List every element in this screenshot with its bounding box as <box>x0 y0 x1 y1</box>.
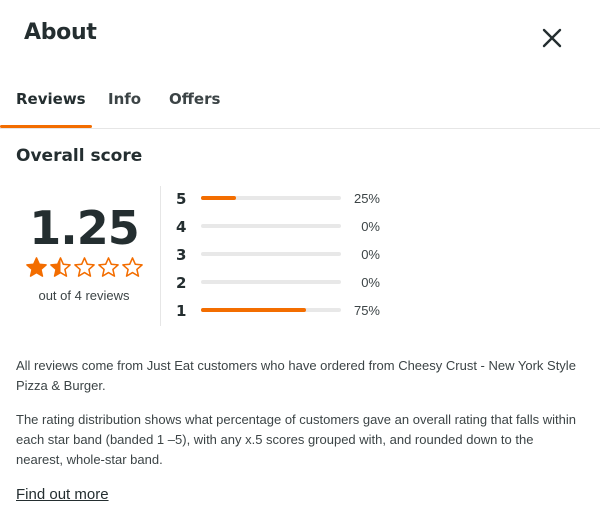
star-band-label: 4 <box>176 218 187 236</box>
rating-distribution: 5 25% 4 0% 3 0% 2 0% 1 75% <box>176 184 396 324</box>
distribution-bar-track <box>201 196 341 200</box>
distribution-row: 3 0% <box>176 240 396 268</box>
star-rating <box>16 256 152 280</box>
distribution-percent: 25% <box>353 191 380 206</box>
about-modal: About Reviews Info Offers Overall score … <box>0 0 600 524</box>
tab-offers[interactable]: Offers <box>169 90 220 108</box>
tab-reviews[interactable]: Reviews <box>16 90 86 108</box>
star-icon <box>73 257 95 277</box>
distribution-percent: 0% <box>361 247 380 262</box>
score-summary: 1.25 out of 4 reviews <box>16 200 152 303</box>
star-band-label: 2 <box>176 274 187 292</box>
close-button[interactable] <box>538 24 566 52</box>
distribution-percent: 75% <box>353 303 380 318</box>
distribution-bar-track <box>201 224 341 228</box>
star-icon <box>49 257 71 277</box>
star-icon <box>121 257 143 277</box>
distribution-explanation-text: The rating distribution shows what perce… <box>16 412 577 467</box>
star-icon <box>25 257 47 277</box>
distribution-bar-track <box>201 280 341 284</box>
tab-info[interactable]: Info <box>108 90 141 108</box>
distribution-bar-fill <box>201 196 236 200</box>
star-band-label: 3 <box>176 246 187 264</box>
star-band-label: 1 <box>176 302 187 320</box>
distribution-bar-track <box>201 252 341 256</box>
section-title: Overall score <box>16 146 143 166</box>
star-band-label: 5 <box>176 190 187 208</box>
distribution-bar-fill <box>201 308 306 312</box>
tab-bar: Reviews Info Offers <box>0 80 600 129</box>
distribution-percent: 0% <box>361 275 380 290</box>
distribution-row: 4 0% <box>176 212 396 240</box>
divider <box>160 186 161 326</box>
reviews-count: out of 4 reviews <box>38 288 130 303</box>
modal-title: About <box>24 20 97 45</box>
find-out-more-link[interactable]: Find out more <box>16 486 109 503</box>
reviews-source-text: All reviews come from Just Eat customers… <box>16 358 576 393</box>
distribution-percent: 0% <box>361 219 380 234</box>
distribution-row: 5 25% <box>176 184 396 212</box>
distribution-row: 1 75% <box>176 296 396 324</box>
active-tab-indicator <box>0 125 92 128</box>
distribution-row: 2 0% <box>176 268 396 296</box>
overall-score: 1.25 <box>29 201 140 255</box>
distribution-bar-track <box>201 308 341 312</box>
close-icon <box>542 28 562 48</box>
star-icon <box>97 257 119 277</box>
